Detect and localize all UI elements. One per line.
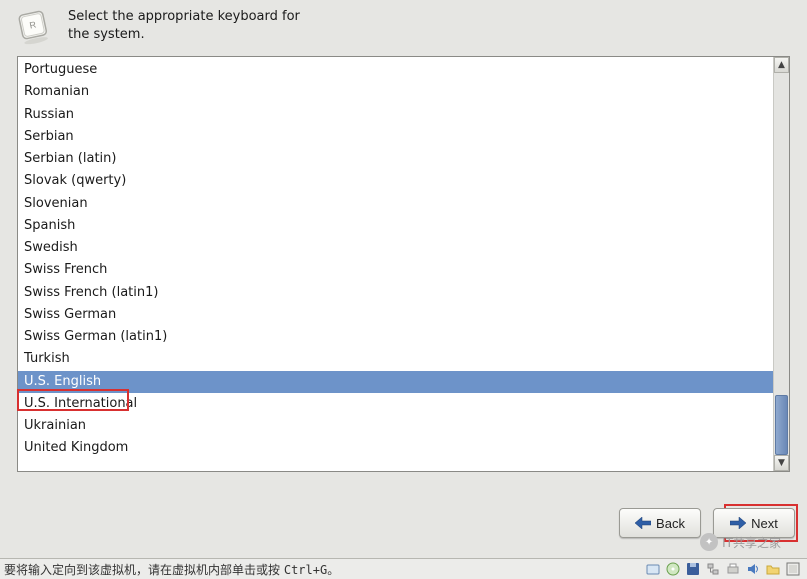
list-item[interactable]: U.S. International bbox=[18, 393, 773, 415]
list-item[interactable]: Swedish bbox=[18, 237, 773, 259]
network-icon[interactable] bbox=[705, 561, 721, 577]
list-item[interactable]: Portuguese bbox=[18, 59, 773, 81]
sound-icon[interactable] bbox=[745, 561, 761, 577]
list-item[interactable]: U.S. English bbox=[18, 371, 773, 393]
status-hint: 要将输入定向到该虚拟机，请在虚拟机内部单击或按 Ctrl+G。 bbox=[4, 561, 645, 578]
list-item[interactable]: Swiss German bbox=[18, 304, 773, 326]
list-item[interactable]: Russian bbox=[18, 104, 773, 126]
list-item[interactable]: Serbian (latin) bbox=[18, 148, 773, 170]
fullscreen-icon[interactable] bbox=[785, 561, 801, 577]
keyboard-listbox[interactable]: PortugueseRomanianRussianSerbianSerbian … bbox=[18, 57, 773, 471]
header-line2: the system. bbox=[68, 26, 300, 44]
scroll-up-button[interactable]: ▲ bbox=[774, 57, 789, 73]
scroll-thumb[interactable] bbox=[775, 395, 788, 455]
status-hint-key: Ctrl+G。 bbox=[284, 563, 339, 577]
back-button-label: Back bbox=[656, 516, 685, 531]
list-item[interactable]: Swiss German (latin1) bbox=[18, 326, 773, 348]
status-bar: 要将输入定向到该虚拟机，请在虚拟机内部单击或按 Ctrl+G。 bbox=[0, 558, 807, 579]
tray bbox=[645, 561, 803, 577]
status-hint-text: 要将输入定向到该虚拟机，请在虚拟机内部单击或按 bbox=[4, 563, 280, 577]
list-item[interactable]: Spanish bbox=[18, 215, 773, 237]
keyboard-list-frame: PortugueseRomanianRussianSerbianSerbian … bbox=[17, 56, 790, 472]
header-line1: Select the appropriate keyboard for bbox=[68, 8, 300, 26]
arrow-left-icon bbox=[635, 517, 651, 529]
next-button-label: Next bbox=[751, 516, 778, 531]
list-item[interactable]: Slovak (qwerty) bbox=[18, 170, 773, 192]
header-instruction: Select the appropriate keyboard for the … bbox=[68, 6, 300, 43]
header: R Select the appropriate keyboard for th… bbox=[0, 0, 807, 50]
list-item[interactable]: Romanian bbox=[18, 81, 773, 103]
list-item[interactable]: Swiss French bbox=[18, 259, 773, 281]
list-item[interactable]: Swiss French (latin1) bbox=[18, 282, 773, 304]
back-button[interactable]: Back bbox=[619, 508, 701, 538]
disk-icon[interactable] bbox=[645, 561, 661, 577]
floppy-icon[interactable] bbox=[685, 561, 701, 577]
scroll-down-button[interactable]: ▼ bbox=[774, 455, 789, 471]
arrow-right-icon bbox=[730, 517, 746, 529]
folder-icon[interactable] bbox=[765, 561, 781, 577]
list-item[interactable]: Turkish bbox=[18, 348, 773, 370]
next-button[interactable]: Next bbox=[713, 508, 795, 538]
list-item[interactable]: Ukrainian bbox=[18, 415, 773, 437]
cd-icon[interactable] bbox=[665, 561, 681, 577]
list-item[interactable]: United Kingdom bbox=[18, 437, 773, 459]
scrollbar[interactable]: ▲ ▼ bbox=[773, 57, 789, 471]
printer-icon[interactable] bbox=[725, 561, 741, 577]
list-item[interactable]: Slovenian bbox=[18, 193, 773, 215]
button-bar: Back Next bbox=[619, 508, 795, 538]
keyboard-key-icon: R bbox=[10, 6, 56, 46]
list-item[interactable]: Serbian bbox=[18, 126, 773, 148]
